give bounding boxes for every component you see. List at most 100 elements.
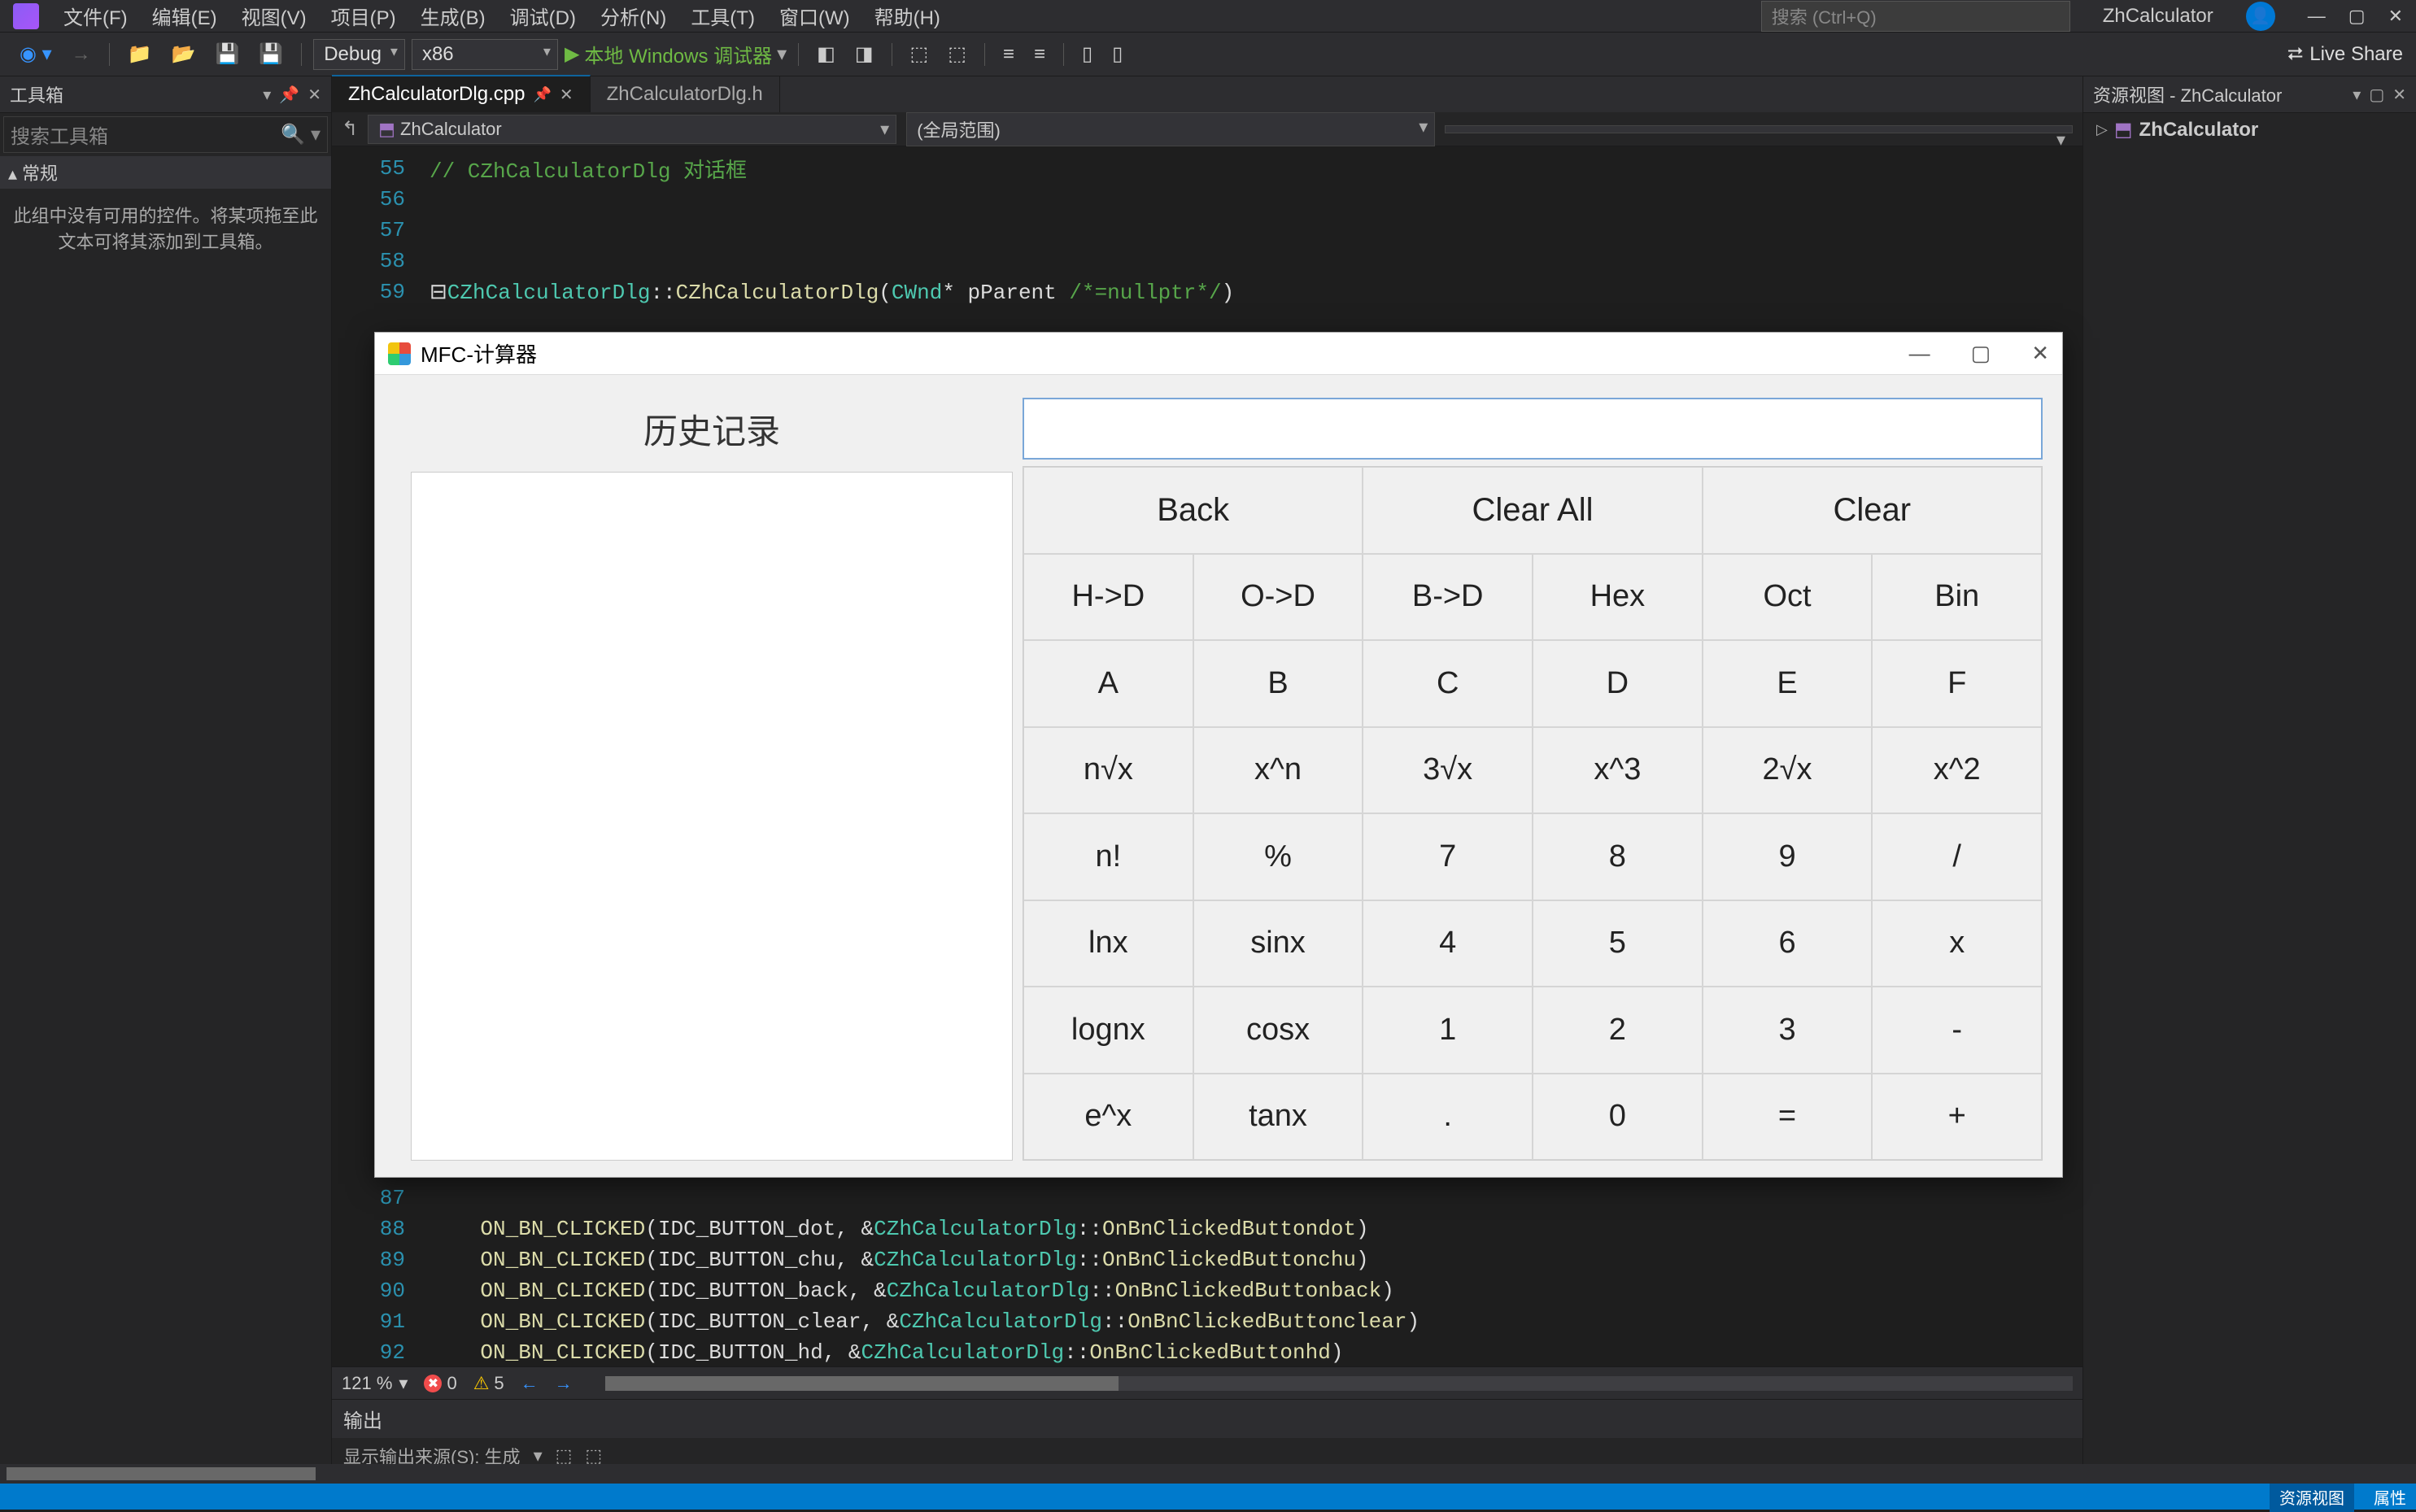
nav-fwd-icon[interactable]: → (65, 40, 98, 69)
menu-project[interactable]: 项目(P) (331, 2, 396, 30)
code-line[interactable]: 87 (332, 1183, 2082, 1214)
calc-btn-c[interactable]: C (1363, 640, 1533, 727)
menu-debug[interactable]: 调试(D) (510, 2, 576, 30)
calc-btn-f[interactable]: F (1872, 640, 2042, 727)
scope-combo-global[interactable]: (全局范围) (906, 112, 1435, 146)
calc-btn-x-2[interactable]: x^2 (1872, 727, 2042, 814)
history-list[interactable] (411, 472, 1013, 1161)
nav-back-icon[interactable]: ◉ ▾ (13, 39, 59, 69)
close-icon[interactable]: ✕ (2031, 341, 2049, 366)
save-all-icon[interactable]: 💾 (252, 39, 290, 69)
user-avatar-icon[interactable]: 👤 (2246, 2, 2275, 31)
calc-display[interactable] (1023, 398, 2043, 460)
calc-btn-3-x[interactable]: 3√x (1363, 727, 1533, 814)
calc-btn-6[interactable]: 6 (1703, 900, 1873, 987)
calc-btn-sinx[interactable]: sinx (1193, 900, 1363, 987)
pin-icon[interactable]: 📌 (533, 86, 551, 103)
menu-analyze[interactable]: 分析(N) (600, 2, 666, 30)
code-line[interactable]: 57 (332, 215, 2082, 246)
calc-btn-clear-all[interactable]: Clear All (1363, 467, 1702, 554)
tb-icon-3[interactable]: ⬚ (904, 39, 935, 69)
tab-h[interactable]: ZhCalculatorDlg.h (591, 76, 780, 112)
toolbox-section-general[interactable]: ▴常规 (0, 156, 331, 189)
menu-window[interactable]: 窗口(W) (779, 2, 850, 30)
calc-btn-n-x[interactable]: n√x (1023, 727, 1193, 814)
calc-btn-tanx[interactable]: tanx (1193, 1074, 1363, 1161)
resource-tree-item[interactable]: ▷ ⬒ ZhCalculator (2083, 113, 2416, 146)
arrow-right-icon[interactable]: → (555, 1373, 573, 1394)
nav-back-icon[interactable]: ↰ (342, 117, 358, 141)
bottom-scrollbar[interactable] (0, 1464, 2416, 1484)
pin-icon[interactable]: ▢ (2369, 85, 2384, 105)
calc-btn-e-x[interactable]: e^x (1023, 1074, 1193, 1161)
calc-btn-2-x[interactable]: 2√x (1703, 727, 1873, 814)
close-icon[interactable]: ✕ (307, 85, 321, 105)
live-share-button[interactable]: ⮂ Live Share (2287, 43, 2403, 66)
menu-edit[interactable]: 编辑(E) (152, 2, 217, 30)
warning-count[interactable]: ⚠ 5 (473, 1373, 504, 1394)
tb-icon-6[interactable]: ≡ (1027, 40, 1052, 69)
code-line[interactable]: 59⊟CZhCalculatorDlg::CZhCalculatorDlg(CW… (332, 277, 2082, 307)
close-icon[interactable]: ✕ (560, 85, 573, 105)
calc-btn-9[interactable]: 9 (1703, 813, 1873, 900)
code-line[interactable]: 56 (332, 184, 2082, 215)
calc-btn--[interactable]: = (1703, 1074, 1873, 1161)
calc-btn-3[interactable]: 3 (1703, 987, 1873, 1074)
calc-btn-cosx[interactable]: cosx (1193, 987, 1363, 1074)
save-icon[interactable]: 💾 (208, 39, 246, 69)
calc-btn-b[interactable]: B (1193, 640, 1363, 727)
run-button[interactable]: ▶ 本地 Windows 调试器 ▾ (565, 40, 787, 68)
code-line[interactable]: 55// CZhCalculatorDlg 对话框 (332, 153, 2082, 184)
new-project-icon[interactable]: 📁 (121, 39, 159, 69)
code-line[interactable]: 88 ON_BN_CLICKED(IDC_BUTTON_dot, &CZhCal… (332, 1214, 2082, 1244)
menu-file[interactable]: 文件(F) (63, 2, 128, 30)
calc-btn--[interactable]: / (1872, 813, 2042, 900)
arrow-left-icon[interactable]: ← (521, 1373, 539, 1394)
calc-btn-clear[interactable]: Clear (1703, 467, 2042, 554)
code-line[interactable]: 92 ON_BN_CLICKED(IDC_BUTTON_hd, &CZhCalc… (332, 1337, 2082, 1366)
pin-icon[interactable]: 📌 (279, 85, 299, 105)
calc-btn-n-[interactable]: n! (1023, 813, 1193, 900)
calc-btn-b-d[interactable]: B->D (1363, 554, 1533, 641)
tb-icon-5[interactable]: ≡ (996, 40, 1021, 69)
minimize-icon[interactable]: — (2308, 6, 2326, 27)
minimize-icon[interactable]: — (1909, 341, 1930, 366)
maximize-icon[interactable]: ▢ (2348, 6, 2366, 27)
calc-btn-bin[interactable]: Bin (1872, 554, 2042, 641)
search-box[interactable]: 搜索 (Ctrl+Q) (1761, 1, 2070, 32)
calc-btn-x-3[interactable]: x^3 (1533, 727, 1703, 814)
tb-icon-8[interactable]: ▯ (1106, 39, 1129, 69)
close-icon[interactable]: ✕ (2388, 6, 2403, 27)
calc-btn-a[interactable]: A (1023, 640, 1193, 727)
calc-btn-x-n[interactable]: x^n (1193, 727, 1363, 814)
horizontal-scrollbar[interactable] (605, 1376, 2073, 1391)
calc-btn-4[interactable]: 4 (1363, 900, 1533, 987)
calc-btn-8[interactable]: 8 (1533, 813, 1703, 900)
dropdown-icon[interactable]: ▾ (263, 85, 271, 105)
code-line[interactable]: 90 ON_BN_CLICKED(IDC_BUTTON_back, &CZhCa… (332, 1275, 2082, 1306)
error-count[interactable]: ✖ 0 (424, 1373, 456, 1394)
maximize-icon[interactable]: ▢ (1971, 341, 1991, 366)
menu-view[interactable]: 视图(V) (242, 2, 307, 30)
calc-btn-1[interactable]: 1 (1363, 987, 1533, 1074)
calc-btn--[interactable]: . (1363, 1074, 1533, 1161)
calc-btn-e[interactable]: E (1703, 640, 1873, 727)
calc-btn-d[interactable]: D (1533, 640, 1703, 727)
menu-build[interactable]: 生成(B) (421, 2, 486, 30)
calc-btn-oct[interactable]: Oct (1703, 554, 1873, 641)
zoom-control[interactable]: 121 %▾ (342, 1373, 408, 1394)
open-icon[interactable]: 📂 (165, 39, 203, 69)
status-tab-props[interactable]: 属性 (2374, 1485, 2406, 1509)
calc-btn-2[interactable]: 2 (1533, 987, 1703, 1074)
calc-btn-h-d[interactable]: H->D (1023, 554, 1193, 641)
scope-combo-member[interactable] (1445, 125, 2073, 133)
close-icon[interactable]: ✕ (2392, 85, 2406, 105)
menu-tools[interactable]: 工具(T) (691, 2, 755, 30)
tb-icon-4[interactable]: ⬚ (941, 39, 973, 69)
tb-icon-1[interactable]: ◧ (810, 39, 842, 69)
status-tab-resview[interactable]: 资源视图 (2270, 1482, 2354, 1512)
toolbox-search[interactable]: 搜索工具箱 🔍 ▾ (3, 116, 328, 153)
calc-btn-x[interactable]: x (1872, 900, 2042, 987)
calc-btn--[interactable]: + (1872, 1074, 2042, 1161)
calc-btn-0[interactable]: 0 (1533, 1074, 1703, 1161)
